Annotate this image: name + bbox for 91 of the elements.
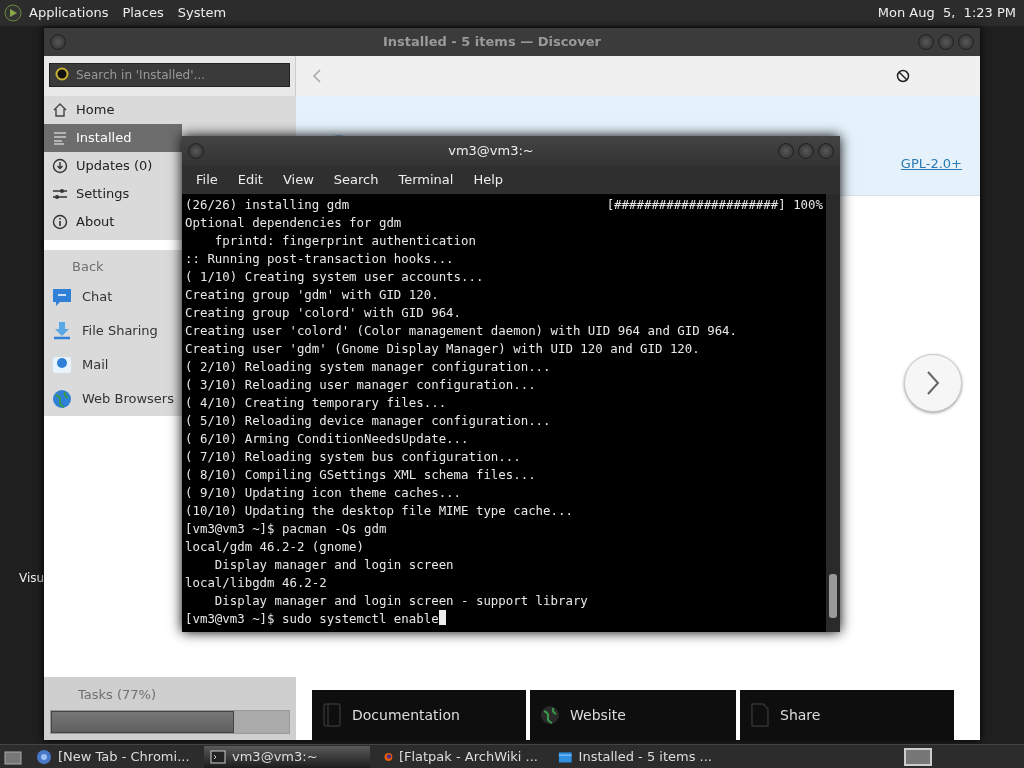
terminal-line: ( 8/10) Compiling GSettings XML schema files... xyxy=(185,466,536,484)
menu-item[interactable]: Search xyxy=(323,170,389,190)
progress-text: [######################] 100% xyxy=(606,196,823,214)
back-chevron-icon xyxy=(312,68,322,84)
category-item[interactable]: Web Browsers xyxy=(44,382,182,416)
terminal-line: ( 4/10) Creating temporary files... xyxy=(185,394,447,412)
window-title: vm3@vm3:~ xyxy=(447,142,535,161)
taskbar-item[interactable]: vm3@vm3:~ xyxy=(204,745,370,768)
terminal-line: (10/10) Updating the desktop file MIME type cache... xyxy=(185,502,573,520)
terminal-line: local/libgdm 46.2-2 xyxy=(185,574,327,592)
scrollbar[interactable] xyxy=(826,194,840,632)
list-icon xyxy=(52,130,68,146)
terminal-line: fprintd: fingerprint authentication xyxy=(213,232,476,250)
maximize-button[interactable] xyxy=(798,143,814,159)
home-icon xyxy=(52,102,68,118)
terminal-line: ( 1/10) Creating system user accounts... xyxy=(185,268,484,286)
clock[interactable]: Mon Aug 5, 1:23 PM xyxy=(877,3,1020,23)
document-icon xyxy=(750,703,770,727)
window-title: Installed - 5 items — Discover xyxy=(382,33,602,52)
taskbar-item[interactable]: Installed - 5 items ... xyxy=(552,745,718,768)
sliders-icon xyxy=(52,186,68,202)
terminal-line: :: Running post-transaction hooks... xyxy=(185,250,454,268)
taskbar-item[interactable]: [Flatpak - ArchWiki ... xyxy=(378,745,544,768)
panel-menu[interactable]: Places xyxy=(115,3,171,23)
sidebar-item[interactable]: Installed xyxy=(44,124,182,152)
terminal-line: ( 7/10) Reloading system bus configuration... xyxy=(185,448,521,466)
show-desktop-icon xyxy=(4,748,22,765)
action-button[interactable]: Share xyxy=(740,690,954,740)
taskbar-item[interactable]: [New Tab - Chromi... xyxy=(30,745,196,768)
terminal-line: ( 6/10) Arming ConditionNeedsUpdate... xyxy=(185,430,469,448)
category-item[interactable]: Chat xyxy=(44,280,182,314)
back-link[interactable]: Back xyxy=(72,254,104,280)
close-button[interactable] xyxy=(958,34,974,50)
category-item[interactable]: File Sharing xyxy=(44,314,182,348)
share-icon xyxy=(52,321,72,341)
terminal-line: ( 5/10) Reloading device manager configuration... xyxy=(185,412,551,430)
menu-item[interactable]: Terminal xyxy=(388,170,464,190)
close-button[interactable] xyxy=(818,143,834,159)
terminal-line: Creating user 'colord' (Color management daemon) with UID 964 and GID 964. xyxy=(185,322,738,340)
action-button[interactable]: Documentation xyxy=(312,690,526,740)
text-cursor xyxy=(438,610,446,625)
menu-item[interactable]: File xyxy=(186,170,228,190)
mail-icon xyxy=(52,355,72,375)
sidebar-item[interactable]: Updates (0) xyxy=(44,152,182,180)
terminal-line: Display manager and login screen - support library xyxy=(213,592,588,610)
scroll-thumb[interactable] xyxy=(829,574,837,618)
sidebar-item[interactable]: About xyxy=(44,208,182,236)
category-item[interactable]: Mail xyxy=(44,348,182,382)
action-button[interactable]: Website xyxy=(530,690,736,740)
terminal-line: [vm3@vm3 ~]$ sudo systemctl enable xyxy=(185,610,439,628)
search-field[interactable]: Search in 'Installed'... xyxy=(49,63,290,87)
menu-item[interactable]: Help xyxy=(463,170,514,190)
window-menu-button[interactable] xyxy=(50,34,66,50)
panel-menu[interactable]: Applications xyxy=(22,3,116,23)
terminal-line: [vm3@vm3 ~]$ pacman -Qs gdm xyxy=(185,520,387,538)
menu-item[interactable]: View xyxy=(272,170,324,190)
terminal-line: Creating group 'colord' with GID 964. xyxy=(185,304,461,322)
terminal-icon xyxy=(210,748,226,765)
terminal-line: local/gdm 46.2-2 (gnome) xyxy=(185,538,365,556)
sidebar-item[interactable]: Settings xyxy=(44,180,182,208)
terminal-line: Optional dependencies for gdm xyxy=(185,214,402,232)
terminal-line: Creating user 'gdm' (Gnome Display Manager) with UID 120 and GID 120. xyxy=(185,340,700,358)
globe-icon xyxy=(540,705,560,725)
panel-menu[interactable]: System xyxy=(170,3,234,23)
window-menu-button[interactable] xyxy=(188,143,204,159)
license-link[interactable]: GPL-2.0+ xyxy=(900,154,962,195)
terminal-line: ( 9/10) Updating icon theme caches... xyxy=(185,484,461,502)
tasks-label: Tasks (77%) xyxy=(77,685,157,704)
update-icon xyxy=(52,158,68,174)
minimize-button[interactable] xyxy=(918,34,934,50)
workspace-switcher[interactable] xyxy=(904,747,932,766)
terminal-line: ( 2/10) Reloading system manager configuration... xyxy=(185,358,551,376)
globe-icon xyxy=(36,748,52,765)
globe-icon xyxy=(52,389,72,409)
terminal-line: Display manager and login screen xyxy=(213,556,454,574)
maximize-button[interactable] xyxy=(938,34,954,50)
chevron-right-icon xyxy=(926,370,940,396)
next-button[interactable] xyxy=(904,354,962,412)
terminal-line: (26/26) installing gdm xyxy=(185,196,350,214)
terminal-line: ( 3/10) Reloading user manager configuration... xyxy=(185,376,536,394)
terminal-line: Creating group 'gdm' with GID 120. xyxy=(185,286,439,304)
desktop-icon-label[interactable]: Visu xyxy=(19,569,45,587)
menu-item[interactable]: Edit xyxy=(227,170,273,190)
minimize-button[interactable] xyxy=(778,143,794,159)
chat-icon xyxy=(52,287,72,307)
search-icon xyxy=(55,67,69,81)
sidebar-item[interactable]: Home xyxy=(44,96,182,124)
info-icon xyxy=(52,214,68,230)
cancel-icon xyxy=(896,69,910,83)
app-menu-icon xyxy=(4,4,22,22)
book-icon xyxy=(322,703,342,727)
